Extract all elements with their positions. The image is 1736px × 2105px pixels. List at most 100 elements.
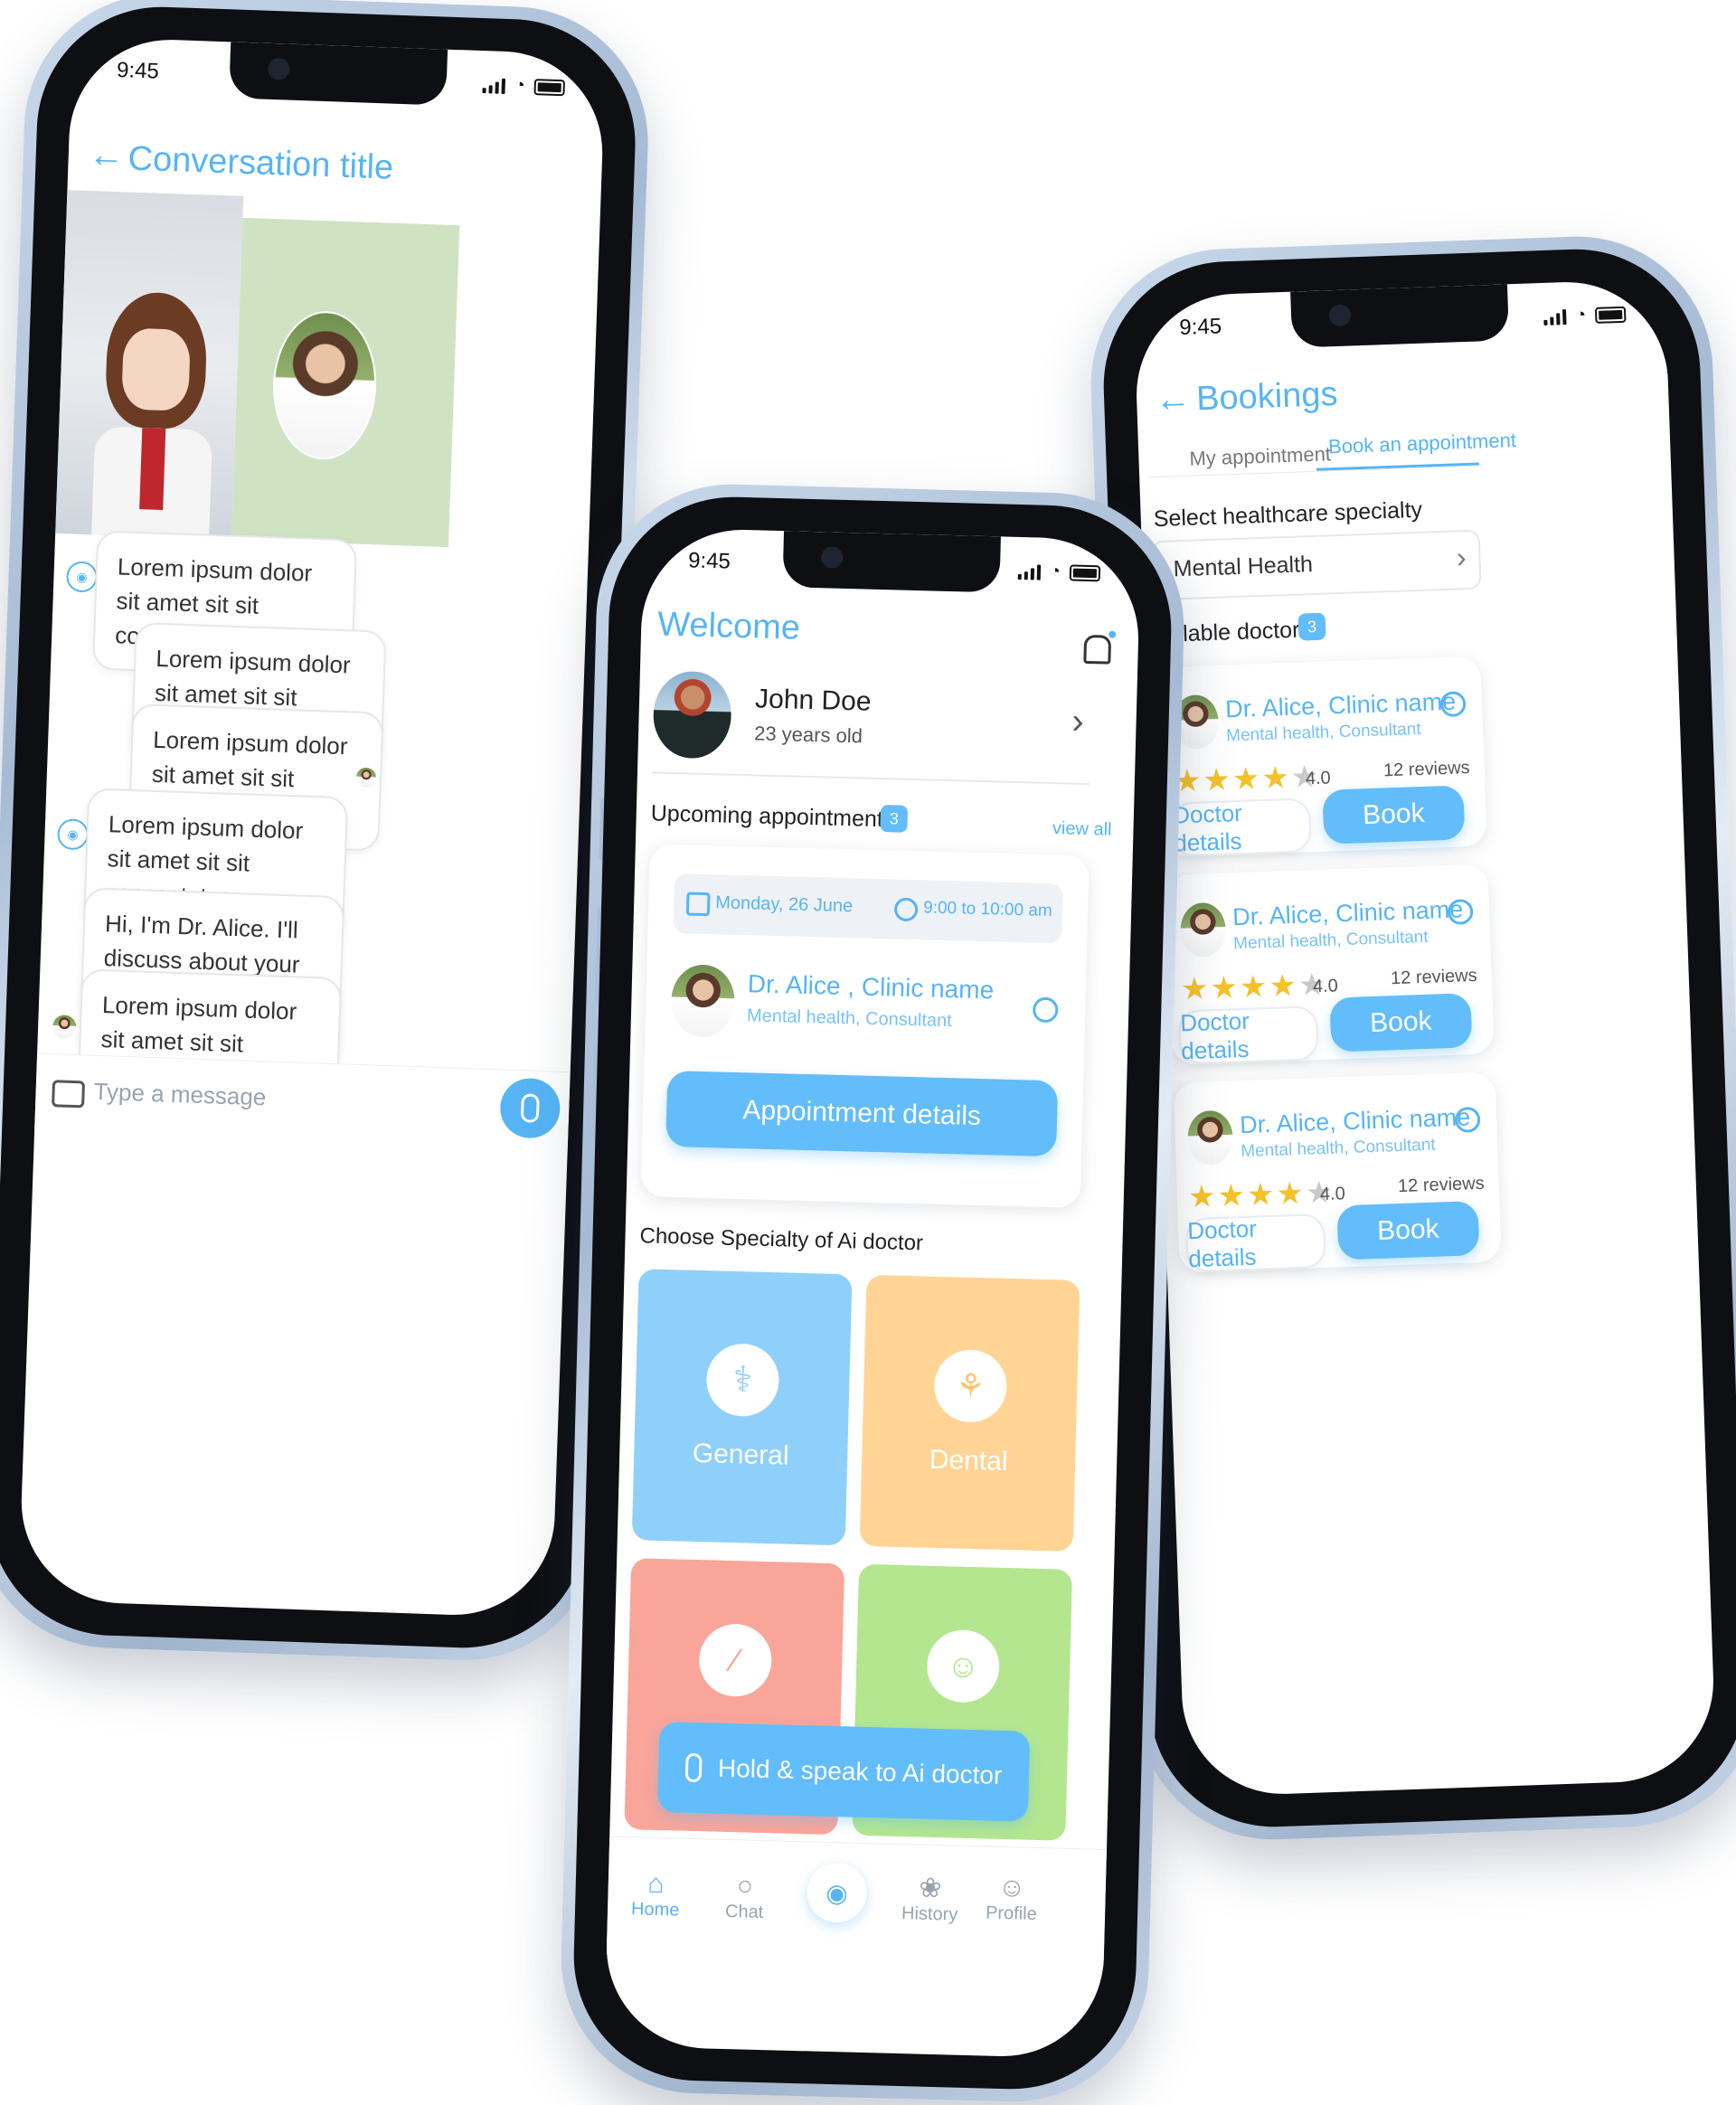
avatar-video — [55, 190, 244, 540]
star-icon: ★ — [1180, 971, 1210, 1007]
specialty-tile-general[interactable]: ⚕ General — [631, 1269, 853, 1546]
bell-icon[interactable] — [1083, 630, 1117, 665]
camera-icon[interactable] — [52, 1080, 86, 1109]
specialty-label: Select healthcare specialty — [1153, 496, 1423, 533]
history-icon: ❀ — [918, 1873, 942, 1904]
bezel: 9:45 ◔ Welcome John Doe 23 years old › U… — [571, 494, 1175, 2092]
signal-icon — [1017, 562, 1042, 581]
ai-bot-icon: ◉ — [56, 818, 90, 851]
tab-book-appointment[interactable]: Book an appointment — [1328, 429, 1517, 458]
status-icons: ◔ — [482, 74, 566, 98]
status-time: 9:45 — [1178, 314, 1222, 340]
doctor-card[interactable]: Dr. Alice, Clinic name Mental health, Co… — [1173, 1071, 1502, 1273]
rating-stars: ★ ★ ★ ★ ★ — [1180, 968, 1326, 1007]
back-arrow-icon[interactable]: ← — [88, 135, 126, 176]
verified-icon — [1447, 899, 1474, 926]
doctor-avatar — [1184, 1108, 1236, 1168]
notification-dot — [1109, 630, 1117, 638]
rating-stars: ★ ★ ★ ★ ★ — [1173, 760, 1319, 799]
message-input[interactable]: Type a message — [93, 1078, 267, 1112]
star-icon: ★ — [1187, 1179, 1217, 1215]
status-time: 9:45 — [687, 548, 731, 574]
doctor-avatar-small — [50, 1013, 79, 1042]
profile-row[interactable]: John Doe 23 years old › — [651, 663, 1092, 786]
mic-button[interactable] — [499, 1077, 561, 1139]
doctor-specialty: Mental health, Consultant — [1240, 1135, 1436, 1162]
mic-icon — [684, 1752, 703, 1783]
wifi-icon: ◔ — [1574, 305, 1587, 326]
book-button[interactable]: Book — [1322, 785, 1466, 845]
book-button[interactable]: Book — [1329, 993, 1473, 1052]
notch — [229, 42, 448, 106]
user-age: 23 years old — [753, 722, 863, 748]
doctor-card[interactable]: Dr. Alice, Clinic name Mental health, Co… — [1165, 864, 1495, 1065]
book-button[interactable]: Book — [1336, 1201, 1480, 1260]
star-icon: ★ — [1231, 761, 1260, 798]
nav-label: Chat — [724, 1901, 764, 1923]
chat-screen: 9:45 ◔ ← Conversation title ◉ Lorem ipsu… — [17, 36, 607, 1619]
battery-icon — [1069, 563, 1101, 581]
clock-icon — [893, 897, 919, 922]
chevron-right-icon: › — [1071, 701, 1085, 741]
nav-home[interactable]: ⌂ Home — [631, 1868, 681, 1921]
signal-icon — [1543, 308, 1567, 326]
stethoscope-icon: ⚕ — [705, 1343, 780, 1418]
review-count: 12 reviews — [1397, 1173, 1486, 1197]
verified-icon — [1439, 691, 1467, 718]
user-avatar — [652, 670, 732, 760]
back-arrow-icon[interactable]: ← — [1154, 379, 1192, 420]
user-name: John Doe — [754, 684, 872, 717]
star-icon: ★ — [1246, 1176, 1276, 1213]
star-icon: ★ — [1268, 968, 1297, 1004]
rating-value: 4.0 — [1312, 976, 1339, 997]
doctor-name: Dr. Alice , Clinic name — [747, 969, 995, 1005]
doctor-details-button[interactable]: Doctor details — [1177, 1005, 1319, 1065]
conversation-title: Conversation title — [127, 139, 394, 187]
specialty-heading: Choose Specialty of Ai doctor — [639, 1223, 924, 1256]
ai-bot-icon: ◉ — [65, 561, 99, 593]
doctor-avatar — [1177, 900, 1229, 960]
nav-profile[interactable]: ☺ Profile — [986, 1873, 1038, 1925]
ai-doctor-avatar — [82, 290, 226, 540]
status-icons: ◔ — [1543, 304, 1627, 327]
view-all-link[interactable]: view all — [1052, 818, 1112, 841]
nav-label: History — [901, 1903, 958, 1925]
notch — [1290, 284, 1510, 348]
bookings-title: Bookings — [1195, 374, 1339, 419]
chevron-right-icon: › — [1456, 541, 1467, 574]
review-count: 12 reviews — [1382, 758, 1470, 781]
doctor-name: Dr. Alice, Clinic name — [1224, 687, 1457, 723]
ai-bot-icon: ◉ — [826, 1878, 849, 1908]
specialty-select[interactable]: Mental Health › — [1150, 529, 1482, 601]
hold-to-speak-button[interactable]: Hold & speak to Ai doctor — [656, 1721, 1031, 1822]
doctor-specialty: Mental health, Consultant — [1232, 927, 1429, 954]
star-icon: ★ — [1260, 760, 1290, 797]
rating-stars: ★ ★ ★ ★ ★ — [1187, 1175, 1334, 1215]
specialty-tile-dental[interactable]: ⚘ Dental — [859, 1274, 1080, 1552]
message-input-bar: Type a message — [33, 1052, 571, 1155]
available-count-badge: 3 — [1297, 612, 1326, 641]
nav-label: Home — [630, 1899, 680, 1921]
doctor-specialty: Mental health, Consultant — [746, 1005, 953, 1032]
tile-label: Dental — [929, 1444, 1008, 1477]
nav-ai-doctor[interactable]: ◉ — [806, 1862, 868, 1924]
star-icon: ★ — [1239, 969, 1269, 1005]
doctor-details-button[interactable]: Doctor details — [1184, 1213, 1326, 1273]
appointment-details-button[interactable]: Appointment details — [665, 1070, 1059, 1157]
star-icon: ★ — [1216, 1178, 1246, 1214]
doctor-details-button[interactable]: Doctor details — [1170, 798, 1312, 857]
doctor-name: Dr. Alice, Clinic name — [1231, 895, 1464, 931]
appointment-date: Monday, 26 June — [714, 892, 854, 917]
head-icon: ☺ — [926, 1628, 1001, 1704]
nav-history[interactable]: ❀ History — [901, 1872, 959, 1926]
star-icon: ★ — [1202, 762, 1231, 798]
bezel: 9:45 ◔ ← Conversation title ◉ Lorem ipsu… — [0, 2, 640, 1653]
doctor-card[interactable]: Dr. Alice, Clinic name Mental health, Co… — [1158, 656, 1487, 857]
nav-chat[interactable]: ○ Chat — [725, 1871, 765, 1923]
doctor-avatar — [668, 962, 738, 1040]
upcoming-label: Upcoming appointment — [650, 800, 884, 833]
scalpel-icon: ∕ — [698, 1623, 773, 1698]
tab-my-appointment[interactable]: My appointment — [1189, 442, 1331, 470]
notch — [782, 531, 1001, 593]
mic-icon — [520, 1093, 540, 1123]
